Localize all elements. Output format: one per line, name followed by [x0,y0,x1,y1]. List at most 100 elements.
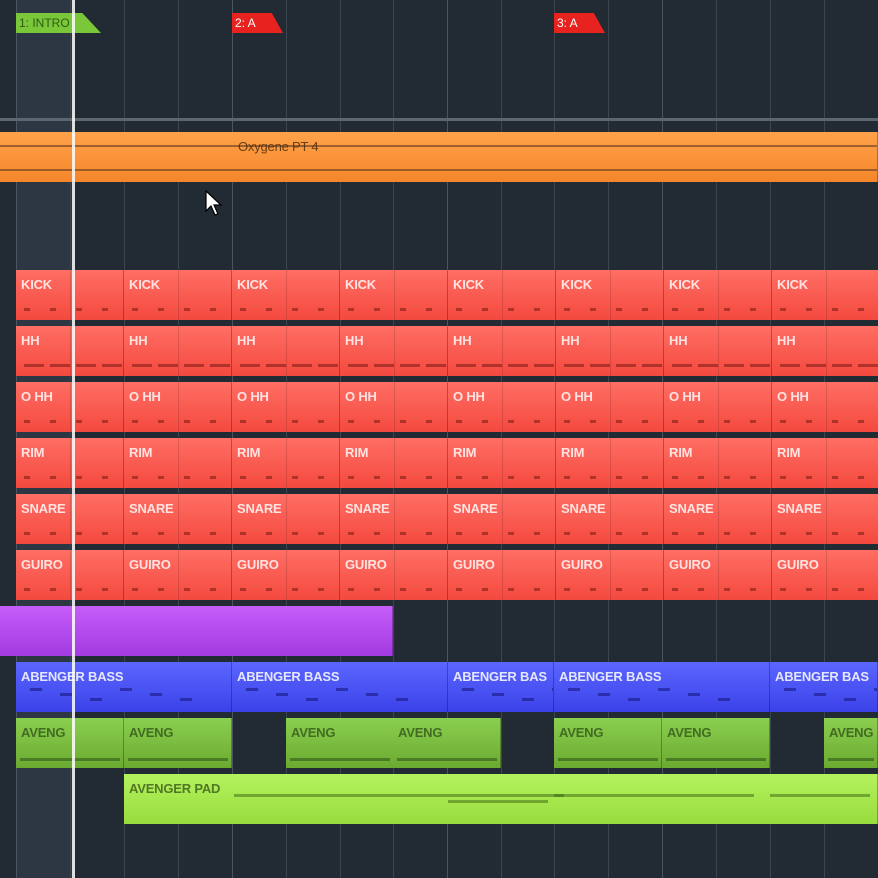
lead-clip-label: AVENG [398,725,443,740]
drum-clip-label: O HH [237,389,269,404]
drum-clip-kick[interactable]: KICK [124,270,232,320]
drum-clip-guiro[interactable]: GUIRO [664,550,772,600]
drum-clip-kick[interactable]: KICK [772,270,878,320]
drum-clip-snare[interactable]: SNARE [772,494,878,544]
bass-clip[interactable]: ABENGER BASS [232,662,448,712]
drum-clip-hh[interactable]: HH [124,326,232,376]
lead-clip-aveng[interactable]: AVENG [124,718,232,768]
drum-clip-kick[interactable]: KICK [556,270,664,320]
marker-2-a[interactable]: 2: A [232,13,283,33]
drum-clip-label: O HH [345,389,377,404]
drum-clip-label: KICK [453,277,484,292]
waveform-top [0,145,877,147]
drum-clip-label: KICK [777,277,808,292]
drum-clip-snare[interactable]: SNARE [16,494,124,544]
purple-clip[interactable] [0,606,393,656]
drum-clip-snare[interactable]: SNARE [556,494,664,544]
drum-clip-o-hh[interactable]: O HH [124,382,232,432]
drum-clip-hh[interactable]: HH [556,326,664,376]
drum-clip-snare[interactable]: SNARE [448,494,556,544]
drum-clip-label: SNARE [345,501,390,516]
drum-clip-rim[interactable]: RIM [448,438,556,488]
drum-clip-label: O HH [21,389,53,404]
bass-clip[interactable]: ABENGER BASS [16,662,232,712]
drum-clip-label: HH [129,333,148,348]
bass-clip-label: ABENGER BAS [775,669,869,684]
drum-clip-label: SNARE [237,501,282,516]
drum-clip-hh[interactable]: HH [16,326,124,376]
drum-clip-guiro[interactable]: GUIRO [772,550,878,600]
drum-clip-hh[interactable]: HH [340,326,448,376]
drum-clip-hh[interactable]: HH [232,326,340,376]
drum-clip-label: KICK [129,277,160,292]
drum-clip-snare[interactable]: SNARE [664,494,772,544]
mouse-cursor-icon [205,190,223,216]
drum-clip-guiro[interactable]: GUIRO [340,550,448,600]
drum-clip-snare[interactable]: SNARE [124,494,232,544]
drum-clip-label: SNARE [561,501,606,516]
marker-3-a[interactable]: 3: A [554,13,605,33]
lead-clip-aveng[interactable]: AVENG [824,718,878,768]
drum-clip-snare[interactable]: SNARE [340,494,448,544]
drum-clip-label: SNARE [777,501,822,516]
drum-clip-rim[interactable]: RIM [232,438,340,488]
drum-clip-label: GUIRO [237,557,279,572]
drum-clip-hh[interactable]: HH [448,326,556,376]
lead-clip-label: AVENG [667,725,712,740]
drum-clip-rim[interactable]: RIM [124,438,232,488]
lead-clip-aveng[interactable]: AVENG [286,718,394,768]
drum-clip-label: GUIRO [777,557,819,572]
drum-clip-guiro[interactable]: GUIRO [124,550,232,600]
bass-clip[interactable]: ABENGER BASS [554,662,770,712]
drum-clip-o-hh[interactable]: O HH [232,382,340,432]
drum-clip-label: HH [777,333,796,348]
drum-clip-label: HH [561,333,580,348]
drum-clip-o-hh[interactable]: O HH [16,382,124,432]
drum-clip-rim[interactable]: RIM [772,438,878,488]
marker-2-a-label: 2: A [235,16,256,30]
marker-intro[interactable]: 1: INTRO [16,13,101,33]
drum-clip-label: GUIRO [669,557,711,572]
drum-clip-kick[interactable]: KICK [232,270,340,320]
pad-clip-avenger-pad[interactable]: AVENGER PAD [124,774,878,824]
drum-clip-snare[interactable]: SNARE [232,494,340,544]
lead-clip-aveng[interactable]: AVENG [393,718,501,768]
drum-clip-o-hh[interactable]: O HH [664,382,772,432]
drum-clip-rim[interactable]: RIM [16,438,124,488]
marker-intro-label: 1: INTRO [19,16,70,30]
drum-clip-hh[interactable]: HH [772,326,878,376]
drum-clip-guiro[interactable]: GUIRO [16,550,124,600]
lead-clip-aveng[interactable]: AVENG [554,718,662,768]
drum-clip-o-hh[interactable]: O HH [340,382,448,432]
playhead[interactable] [72,0,75,878]
drum-clip-label: GUIRO [453,557,495,572]
lead-clip-aveng[interactable]: AVENG [662,718,770,768]
drum-clip-label: O HH [561,389,593,404]
audio-clip-oxygene[interactable]: Oxygene PT 4 [0,132,878,182]
drum-clip-kick[interactable]: KICK [340,270,448,320]
drum-clip-guiro[interactable]: GUIRO [448,550,556,600]
drum-clip-guiro[interactable]: GUIRO [556,550,664,600]
drum-clip-kick[interactable]: KICK [664,270,772,320]
drum-clip-label: SNARE [669,501,714,516]
bass-clip[interactable]: ABENGER BAS [448,662,554,712]
bass-clip-label: ABENGER BAS [453,669,547,684]
drum-clip-o-hh[interactable]: O HH [556,382,664,432]
timeline-ruler-divider [0,118,878,121]
drum-clip-o-hh[interactable]: O HH [772,382,878,432]
drum-clip-kick[interactable]: KICK [448,270,556,320]
drum-clip-rim[interactable]: RIM [556,438,664,488]
bass-clip[interactable]: ABENGER BAS [770,662,878,712]
drum-clip-guiro[interactable]: GUIRO [232,550,340,600]
drum-clip-kick[interactable]: KICK [16,270,124,320]
playlist-area[interactable]: 1: INTRO 2: A 3: A Oxygene PT 4 KICK KICK… [0,0,878,878]
drum-clip-o-hh[interactable]: O HH [448,382,556,432]
drum-clip-rim[interactable]: RIM [664,438,772,488]
drum-clip-label: RIM [561,445,585,460]
drum-clip-label: O HH [669,389,701,404]
waveform-bottom [0,169,877,171]
lead-clip-aveng[interactable]: AVENG [16,718,124,768]
marker-3-a-label: 3: A [557,16,578,30]
drum-clip-hh[interactable]: HH [664,326,772,376]
drum-clip-rim[interactable]: RIM [340,438,448,488]
